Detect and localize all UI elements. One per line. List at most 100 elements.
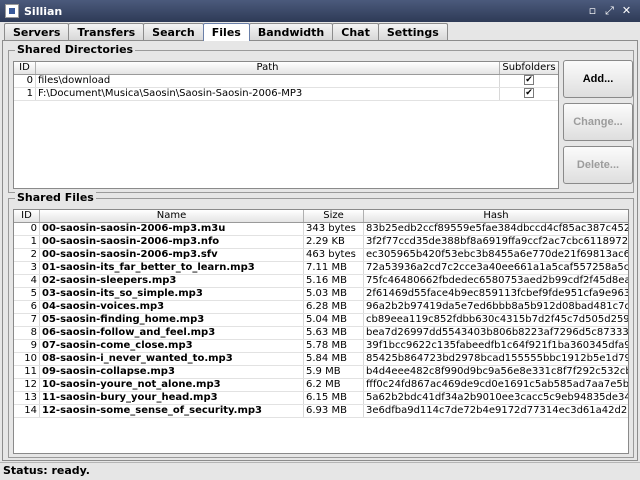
file-name: 02-saosin-sleepers.mp3 (40, 275, 304, 287)
column-header-name[interactable]: Name (40, 210, 304, 222)
shared-directories-table[interactable]: ID Path Subfolders 0 files\download ✔ 1 … (13, 61, 559, 189)
file-hash: 2f61469d55face4b9ec859113fcbef9fde951cfa… (366, 288, 628, 299)
dir-subfolders-cell: ✔ (500, 88, 558, 100)
column-header-id[interactable]: ID (14, 62, 36, 74)
file-name: 05-saosin-finding_home.mp3 (40, 314, 304, 326)
table-row[interactable]: 10 08-saosin-i_never_wanted_to.mp3 5.84 MB… (14, 353, 628, 366)
column-header-path[interactable]: Path (36, 62, 500, 74)
file-name: 04-saosin-voices.mp3 (40, 301, 304, 313)
file-id: 6 (14, 301, 40, 313)
subfolders-checkbox[interactable]: ✔ (524, 88, 534, 98)
add-button[interactable]: Add... (563, 60, 633, 98)
file-name: 00-saosin-saosin-2006-mp3.sfv (40, 249, 304, 261)
dir-path: F:\Document\Musica\Saosin\Saosin-Saosin-… (36, 88, 500, 100)
delete-button[interactable]: Delete... (563, 146, 633, 184)
table-row[interactable]: 0 00-saosin-saosin-2006-mp3.m3u 343 bytes 8… (14, 223, 628, 236)
maximize-icon[interactable]: ⤢ (602, 3, 617, 18)
file-id: 5 (14, 288, 40, 300)
tab-transfers[interactable]: Transfers (68, 23, 145, 40)
minimize-icon[interactable]: ▫ (585, 3, 600, 18)
file-name: 00-saosin-saosin-2006-mp3.nfo (40, 236, 304, 248)
column-header-subfolders[interactable]: Subfolders (500, 62, 558, 74)
file-size: 463 bytes (304, 249, 364, 261)
subfolders-checkbox[interactable]: ✔ (524, 75, 534, 85)
table-row[interactable]: 14 12-saosin-some_sense_of_security.mp3 6.… (14, 405, 628, 418)
file-name: 06-saosin-follow_and_feel.mp3 (40, 327, 304, 339)
file-size: 5.03 MB (304, 288, 364, 300)
file-name: 12-saosin-some_sense_of_security.mp3 (40, 405, 304, 417)
column-header-id[interactable]: ID (14, 210, 40, 222)
table-row[interactable]: 0 files\download ✔ (14, 75, 558, 88)
table-row[interactable]: 2 00-saosin-saosin-2006-mp3.sfv 463 bytes e… (14, 249, 628, 262)
table-row[interactable]: 13 11-saosin-bury_your_head.mp3 6.15 MB 5a6… (14, 392, 628, 405)
tab-search[interactable]: Search (143, 23, 204, 40)
file-size: 6.2 MB (304, 379, 364, 391)
shared-directories-title: Shared Directories (15, 43, 136, 56)
file-id: 0 (14, 223, 40, 235)
file-size: 5.63 MB (304, 327, 364, 339)
file-hash: 75fc46480662fbdedec6580753aed2b99cdf2f45… (366, 275, 628, 286)
file-id: 7 (14, 314, 40, 326)
tab-servers[interactable]: Servers (4, 23, 70, 40)
table-header: ID Path Subfolders (14, 62, 558, 75)
file-name: 07-saosin-come_close.mp3 (40, 340, 304, 352)
file-size: 6.93 MB (304, 405, 364, 417)
file-name: 09-saosin-collapse.mp3 (40, 366, 304, 378)
tab-settings[interactable]: Settings (377, 23, 448, 40)
dir-id: 1 (14, 88, 36, 100)
tab-bandwidth[interactable]: Bandwidth (248, 23, 334, 40)
shared-files-group: Shared Files ID Name Size Hash 0 00-saosi… (8, 191, 634, 458)
file-id: 11 (14, 366, 40, 378)
table-row[interactable]: 1 F:\Document\Musica\Saosin\Saosin-Saosi… (14, 88, 558, 101)
column-header-hash[interactable]: Hash (364, 210, 628, 222)
table-row[interactable]: 4 02-saosin-sleepers.mp3 5.16 MB 75fc464806… (14, 275, 628, 288)
files-panel: Shared Directories ID Path Subfolders 0 … (2, 40, 638, 461)
table-row[interactable]: 5 03-saosin-its_so_simple.mp3 5.03 MB 2f614… (14, 288, 628, 301)
file-name: 10-saosin-youre_not_alone.mp3 (40, 379, 304, 391)
file-id: 10 (14, 353, 40, 365)
tab-bar: Servers Transfers Search Files Bandwidth… (4, 23, 448, 41)
table-row[interactable]: 9 07-saosin-come_close.mp3 5.78 MB 39f1bcc9… (14, 340, 628, 353)
window-title: Sillian (24, 4, 63, 18)
file-id: 13 (14, 392, 40, 404)
window-controls: ▫ ⤢ ✕ (585, 3, 634, 18)
title-bar[interactable]: Sillian ▫ ⤢ ✕ (0, 0, 640, 22)
file-size: 5.78 MB (304, 340, 364, 352)
tab-chat[interactable]: Chat (332, 23, 379, 40)
files-rows: 0 00-saosin-saosin-2006-mp3.m3u 343 bytes 8… (14, 223, 628, 418)
file-hash: bea7d26997dd5543403b806b8223af7296d5c873… (366, 327, 628, 338)
file-size: 5.84 MB (304, 353, 364, 365)
file-hash: b4d4eee482c8f990d9bc9a56e8e331c8f7f292c5… (366, 366, 628, 377)
file-hash: fff0c24fd867ac469de9cd0e1691c5ab585ad7aa… (366, 379, 628, 390)
status-bar: Status: ready. (0, 462, 640, 480)
file-name: 11-saosin-bury_your_head.mp3 (40, 392, 304, 404)
file-id: 9 (14, 340, 40, 352)
file-hash: 3e6dfba9d114c7de72b4e9172d77314ec3d61a42… (366, 405, 628, 416)
table-row[interactable]: 6 04-saosin-voices.mp3 6.28 MB 96a2b2b97419… (14, 301, 628, 314)
file-size: 7.11 MB (304, 262, 364, 274)
table-row[interactable]: 3 01-saosin-its_far_better_to_learn.mp3 7.… (14, 262, 628, 275)
file-id: 14 (14, 405, 40, 417)
file-hash: 96a2b2b97419da5e7ed6bbb8a5b912d08bad481c… (366, 301, 628, 312)
table-row[interactable]: 1 00-saosin-saosin-2006-mp3.nfo 2.29 KB 3f2… (14, 236, 628, 249)
shared-files-title: Shared Files (15, 191, 96, 204)
column-header-size[interactable]: Size (304, 210, 364, 222)
file-name: 00-saosin-saosin-2006-mp3.m3u (40, 223, 304, 235)
shared-files-table[interactable]: ID Name Size Hash 0 00-saosin-saosin-2006… (13, 209, 629, 454)
file-size: 6.28 MB (304, 301, 364, 313)
file-size: 2.29 KB (304, 236, 364, 248)
close-icon[interactable]: ✕ (619, 3, 634, 18)
table-row[interactable]: 12 10-saosin-youre_not_alone.mp3 6.2 MB fff… (14, 379, 628, 392)
shared-directories-group: Shared Directories ID Path Subfolders 0 … (8, 43, 634, 193)
file-size: 6.15 MB (304, 392, 364, 404)
file-size: 5.04 MB (304, 314, 364, 326)
file-id: 12 (14, 379, 40, 391)
tab-files[interactable]: Files (202, 23, 250, 41)
file-size: 5.9 MB (304, 366, 364, 378)
table-row[interactable]: 11 09-saosin-collapse.mp3 5.9 MB b4d4eee482… (14, 366, 628, 379)
file-name: 08-saosin-i_never_wanted_to.mp3 (40, 353, 304, 365)
change-button[interactable]: Change... (563, 103, 633, 141)
table-row[interactable]: 8 06-saosin-follow_and_feel.mp3 5.63 MB bea… (14, 327, 628, 340)
file-size: 5.16 MB (304, 275, 364, 287)
table-row[interactable]: 7 05-saosin-finding_home.mp3 5.04 MB cb89ee… (14, 314, 628, 327)
